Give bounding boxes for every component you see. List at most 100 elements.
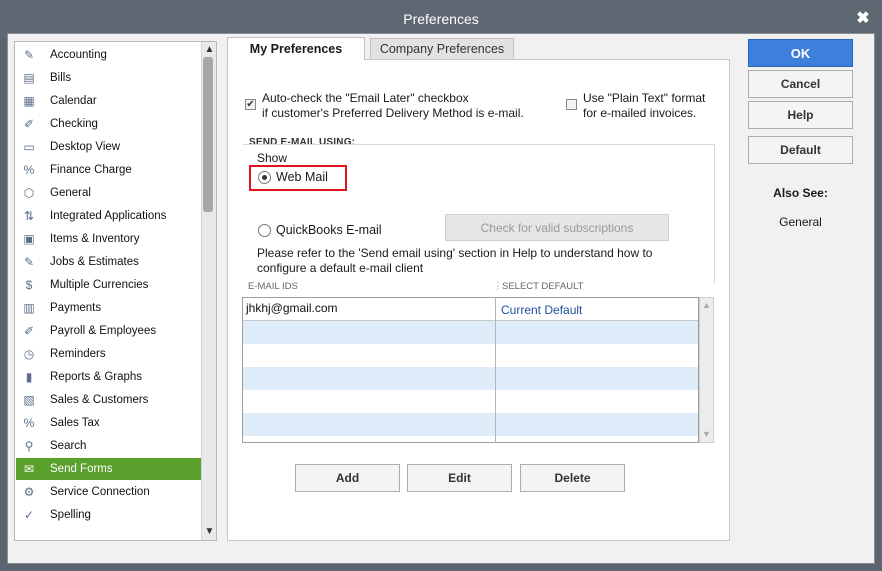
help-text-line2: configure a default e-mail client	[257, 261, 424, 275]
sidebar-item-finance-charge[interactable]: % Finance Charge	[16, 159, 201, 181]
checking-icon: ✐	[23, 117, 35, 131]
tab-my-preferences-label: My Preferences	[249, 42, 343, 56]
sidebar-item-label: Finance Charge	[50, 164, 132, 176]
sidebar-item-general[interactable]: ⬡ General	[16, 182, 201, 204]
grid-scroll-up-icon[interactable]: ▲	[700, 298, 713, 313]
plain-text-label: Use "Plain Text" format for e-mailed inv…	[583, 91, 723, 121]
delete-button[interactable]: Delete	[520, 464, 625, 492]
sales-tax-icon: %	[23, 416, 35, 430]
scroll-up-arrow-icon[interactable]: ▲	[202, 42, 217, 57]
grid-column-divider	[495, 297, 496, 443]
sidebar-item-label: Items & Inventory	[50, 233, 140, 245]
category-scroll-thumb[interactable]	[203, 57, 213, 212]
payroll-employees-icon: ✐	[23, 324, 35, 338]
sidebar-item-sales-tax[interactable]: % Sales Tax	[16, 412, 201, 434]
cancel-button[interactable]: Cancel	[748, 70, 853, 98]
items-inventory-icon: ▣	[23, 232, 35, 246]
sidebar-item-label: Multiple Currencies	[50, 279, 149, 291]
sidebar-item-label: Bills	[50, 72, 72, 84]
table-row[interactable]	[243, 367, 698, 390]
sidebar-item-label: Reports & Graphs	[50, 371, 143, 383]
sidebar-item-search[interactable]: ⚲ Search	[16, 435, 201, 457]
radio-selected-dot	[262, 175, 267, 180]
scroll-down-arrow-icon[interactable]: ▼	[202, 524, 217, 539]
edit-button-label: Edit	[448, 471, 471, 485]
table-row[interactable]	[243, 344, 698, 367]
sidebar-item-service-connection[interactable]: ⚙ Service Connection	[16, 481, 201, 503]
plain-text-line1: Use "Plain Text" format	[583, 91, 706, 105]
sidebar-item-accounting[interactable]: ✎ Accounting	[16, 44, 201, 66]
ok-button[interactable]: OK	[748, 39, 853, 67]
web-mail-radio[interactable]	[258, 171, 271, 184]
jobs-estimates-icon: ✎	[23, 255, 35, 269]
general-icon: ⬡	[23, 186, 35, 200]
sidebar-item-sales-and-customers[interactable]: ▧ Sales & Customers	[16, 389, 201, 411]
also-see-general-link[interactable]: General	[748, 215, 853, 229]
finance-charge-icon: %	[23, 163, 35, 177]
table-row[interactable]	[243, 413, 698, 436]
select-default-cell[interactable]: Current Default	[501, 303, 582, 317]
sidebar-item-spelling[interactable]: ✓ Spelling	[16, 504, 201, 526]
send-forms-icon: ✉	[23, 462, 35, 476]
payments-icon: ▥	[23, 301, 35, 315]
sidebar-item-label: Service Connection	[50, 486, 150, 498]
checkmark-icon: ✔	[246, 99, 255, 110]
add-button[interactable]: Add	[295, 464, 400, 492]
quickbooks-email-label[interactable]: QuickBooks E-mail	[276, 223, 382, 238]
service-connection-icon: ⚙	[23, 485, 35, 499]
edit-button[interactable]: Edit	[407, 464, 512, 492]
sidebar-item-label: Checking	[50, 118, 98, 130]
grid-scrollbar[interactable]: ▲ ▼	[699, 297, 714, 443]
sidebar-item-label: Search	[50, 440, 87, 452]
tab-company-preferences-label: Company Preferences	[379, 42, 505, 56]
email-id-cell[interactable]: jhkhj@gmail.com	[246, 301, 338, 315]
tab-company-preferences[interactable]: Company Preferences	[370, 38, 514, 59]
grid-scroll-down-icon[interactable]: ▼	[700, 427, 713, 442]
ok-button-label: OK	[790, 45, 811, 61]
default-button[interactable]: Default	[748, 136, 853, 164]
sidebar-item-label: Sales & Customers	[50, 394, 149, 406]
plain-text-checkbox[interactable]	[566, 99, 577, 110]
sidebar-item-multiple-currencies[interactable]: $ Multiple Currencies	[16, 274, 201, 296]
select-default-column-header[interactable]: SELECT DEFAULT	[502, 281, 583, 292]
email-grid: jhkhj@gmail.com Current Default	[242, 297, 699, 443]
table-row[interactable]	[243, 390, 698, 413]
sidebar-item-payroll-and-employees[interactable]: ✐ Payroll & Employees	[16, 320, 201, 342]
sidebar-item-calendar[interactable]: ▦ Calendar	[16, 90, 201, 112]
sidebar-item-label: Send Forms	[50, 463, 113, 475]
email-later-checkbox[interactable]: ✔	[245, 99, 256, 110]
sidebar-item-label: Desktop View	[50, 141, 121, 153]
sidebar-item-items-and-inventory[interactable]: ▣ Items & Inventory	[16, 228, 201, 250]
send-email-help-text: Please refer to the 'Send email using' s…	[257, 246, 707, 276]
accounting-icon: ✎	[23, 48, 35, 62]
sidebar-item-label: Integrated Applications	[50, 210, 167, 222]
integrated-applications-icon: ⇅	[23, 209, 35, 223]
tab-my-preferences[interactable]: My Preferences	[227, 37, 365, 60]
show-label: Show	[257, 151, 288, 165]
close-icon[interactable]: ✖	[854, 10, 872, 28]
sidebar-item-desktop-view[interactable]: ▭ Desktop View	[16, 136, 201, 158]
quickbooks-email-radio[interactable]	[258, 224, 271, 237]
sidebar-item-bills[interactable]: ▤ Bills	[16, 67, 201, 89]
sidebar-item-send-forms[interactable]: ✉ Send Forms	[16, 458, 201, 480]
email-ids-column-header[interactable]: E-MAIL IDS	[248, 281, 298, 292]
table-row[interactable]: jhkhj@gmail.com Current Default	[243, 298, 698, 321]
sidebar-item-checking[interactable]: ✐ Checking	[16, 113, 201, 135]
sidebar-item-reminders[interactable]: ◷ Reminders	[16, 343, 201, 365]
help-button[interactable]: Help	[748, 101, 853, 129]
email-later-label: Auto-check the "Email Later" checkbox if…	[262, 91, 552, 121]
reminders-icon: ◷	[23, 347, 35, 361]
check-subscriptions-button[interactable]: Check for valid subscriptions	[445, 214, 669, 241]
web-mail-label[interactable]: Web Mail	[276, 170, 328, 185]
sidebar-item-jobs-and-estimates[interactable]: ✎ Jobs & Estimates	[16, 251, 201, 273]
sidebar-item-integrated-applications[interactable]: ⇅ Integrated Applications	[16, 205, 201, 227]
help-text-line1: Please refer to the 'Send email using' s…	[257, 246, 653, 260]
sidebar-item-payments[interactable]: ▥ Payments	[16, 297, 201, 319]
search-icon: ⚲	[24, 439, 34, 453]
table-row[interactable]	[243, 321, 698, 344]
plain-text-line2: for e-mailed invoices.	[583, 106, 697, 120]
email-later-line1: Auto-check the "Email Later" checkbox	[262, 91, 469, 105]
sidebar-item-reports-and-graphs[interactable]: ▮ Reports & Graphs	[16, 366, 201, 388]
sidebar-item-label: Reminders	[50, 348, 106, 360]
spelling-icon: ✓	[23, 508, 35, 522]
